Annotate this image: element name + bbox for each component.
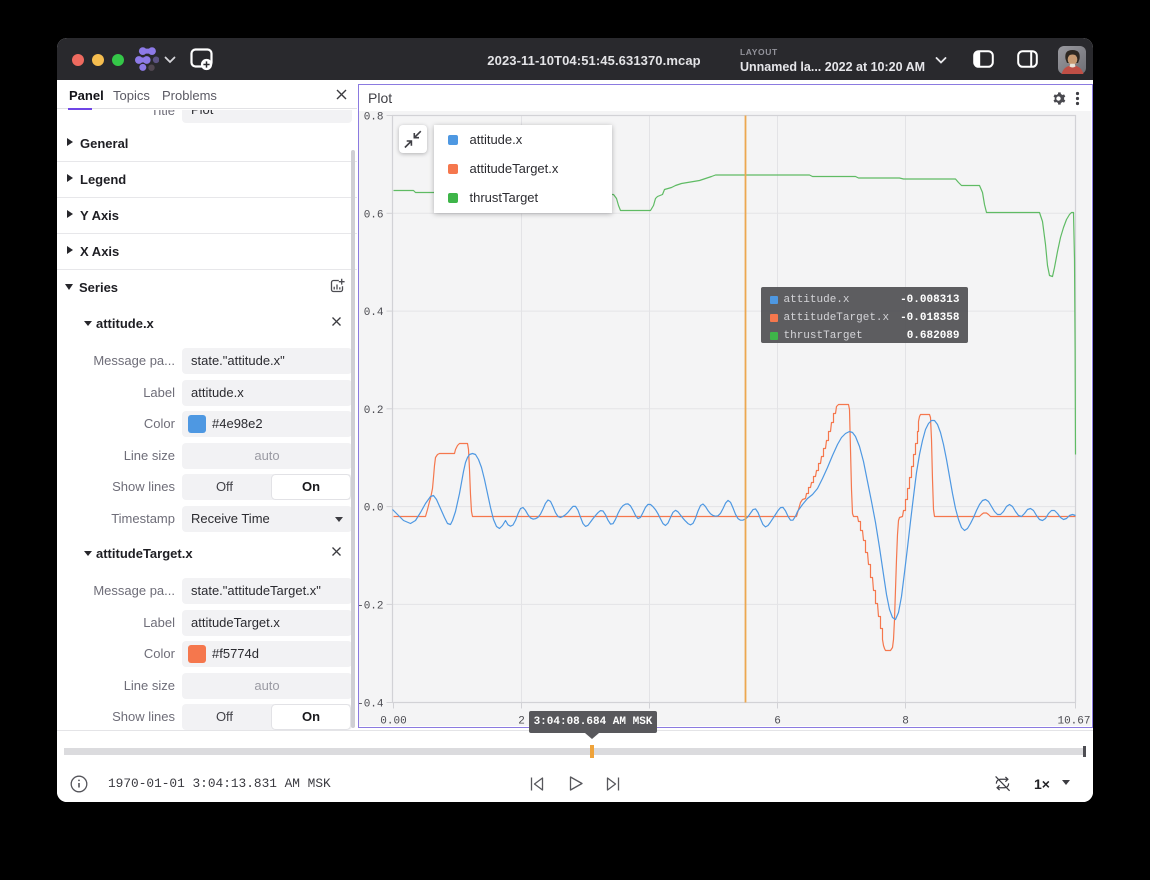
- svg-text:-0.4: -0.4: [359, 699, 384, 711]
- svg-text:8: 8: [902, 716, 909, 727]
- svg-text:6: 6: [774, 716, 781, 727]
- svg-text:2: 2: [518, 716, 525, 727]
- svg-text:0.4: 0.4: [364, 307, 384, 319]
- svg-text:0.8: 0.8: [364, 112, 384, 124]
- svg-text:0.2: 0.2: [364, 405, 384, 417]
- svg-text:10.67: 10.67: [1057, 716, 1090, 727]
- svg-text:-0.2: -0.2: [359, 600, 384, 612]
- svg-text:0.0: 0.0: [364, 503, 384, 515]
- svg-text:0.00: 0.00: [380, 716, 406, 727]
- svg-text:0.6: 0.6: [364, 209, 384, 221]
